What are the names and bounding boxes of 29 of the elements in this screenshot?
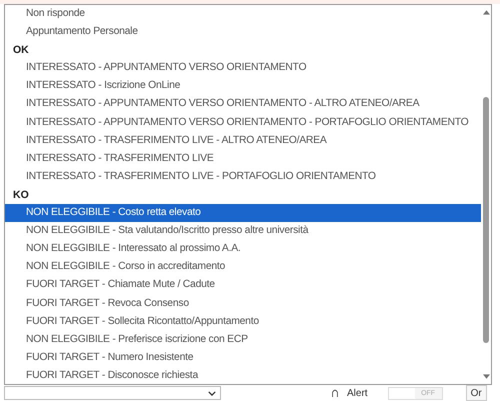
dropdown-option[interactable]: INTERESSATO - APPUNTAMENTO VERSO ORIENTAMENTO	[5, 59, 481, 78]
action-button[interactable]: Or	[466, 385, 487, 401]
scroll-up-icon[interactable]	[482, 9, 490, 15]
alert-label: Alert	[347, 388, 368, 398]
select-field[interactable]	[4, 386, 221, 400]
scroll-down-icon[interactable]	[482, 374, 490, 380]
dropdown-option[interactable]: FUORI TARGET - Revoca Consenso	[5, 294, 481, 313]
dropdown-option[interactable]: NON ELEGGIBILE - Interessato al prossimo A.A.	[5, 240, 481, 258]
dropdown-option[interactable]: FUORI TARGET - Chiamate Mute / Cadute	[5, 276, 481, 294]
dropdown-option[interactable]: FUORI TARGET - Numero Inesistente	[5, 348, 481, 367]
dropdown-option[interactable]: NON ELEGGIBILE - Sta valutando/Iscritto presso altre università	[5, 222, 481, 240]
dropdown-option[interactable]: NON ELEGGIBILE - Corso in accreditamento	[5, 258, 481, 276]
dropdown-option[interactable]: NON ELEGGIBILE - Costo retta elevato	[5, 204, 481, 222]
group-heading: KO	[12, 188, 30, 203]
dropdown-option[interactable]: Non risponde	[5, 5, 481, 24]
dropdown-option[interactable]: INTERESSATO - TRASFERIMENTO LIVE	[5, 150, 481, 168]
dropdown-option[interactable]: FUORI TARGET - Sollecita Ricontatto/Appuntamento	[5, 312, 481, 331]
caret-icon	[208, 390, 216, 396]
dropdown-option[interactable]: NON ELEGGIBILE - Preferisce iscrizione con ECP	[5, 330, 481, 349]
dropdown-option[interactable]: INTERESSATO - Iscrizione OnLine	[5, 77, 481, 96]
dropdown-option[interactable]: INTERESSATO - TRASFERIMENTO LIVE - ALTRO ATENEO/AREA	[5, 132, 481, 150]
group-heading: OK	[12, 43, 30, 58]
bell-icon	[331, 388, 339, 398]
dropdown-option[interactable]: INTERESSATO - APPUNTAMENTO VERSO ORIENTAMENTO - ALTRO ATENEO/AREA	[5, 95, 481, 114]
dropdown-option[interactable]: Appuntamento Personale	[5, 23, 481, 42]
scrollbar-thumb[interactable]	[483, 97, 489, 343]
dropdown-option[interactable]: INTERESSATO - TRASFERIMENTO LIVE - PORTAFOGLIO ORIENTAMENTO	[5, 168, 481, 186]
dropdown-option[interactable]: INTERESSATO - APPUNTAMENTO VERSO ORIENTAMENTO - PORTAFOGLIO ORIENTAMENTO	[5, 114, 481, 132]
dropdown-option[interactable]: FUORI TARGET - Disconosce richiesta	[5, 366, 481, 384]
